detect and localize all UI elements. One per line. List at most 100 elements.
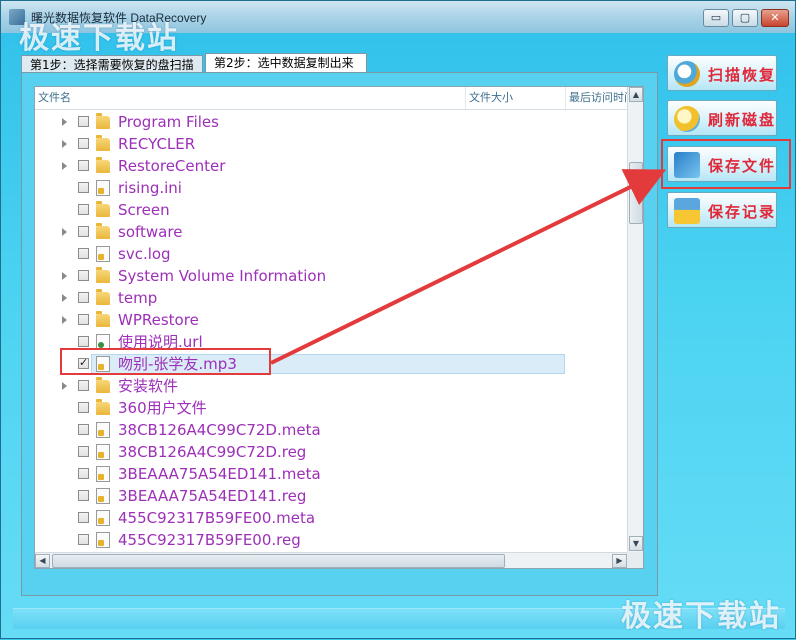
file-row[interactable]: software [35,221,627,243]
expand-arrow-icon[interactable] [62,294,67,302]
file-checkbox[interactable] [78,468,89,479]
minimize-button[interactable]: ▭ [703,9,729,27]
file-checkbox[interactable] [78,534,89,545]
folder-icon [96,267,110,283]
file-row[interactable]: System Volume Information [35,265,627,287]
file-row[interactable]: Screen [35,199,627,221]
file-row[interactable]: 360用户文件 [35,397,627,419]
file-checkbox[interactable] [78,292,89,303]
file-name: 安装软件 [118,377,179,395]
file-name: svc.log [118,245,171,263]
watermark-bottom: 极速下载站 [621,599,781,634]
save-record-button[interactable]: 保存记录 [667,192,777,228]
file-name: 3BEAAA75A54ED141.reg [118,487,307,505]
close-button[interactable]: ✕ [761,9,789,27]
file-name: RECYCLER [118,135,196,153]
scroll-left-button[interactable]: ◀ [35,554,50,568]
file-name: 360用户文件 [118,399,207,417]
file-checkbox[interactable] [78,490,89,501]
file-checkbox[interactable] [78,356,89,369]
file-checkbox[interactable] [78,204,89,215]
file-checkbox[interactable] [78,138,89,149]
house-icon [674,198,700,224]
tab-step1-scan[interactable]: 第1步：选择需要恢复的盘扫描 [21,55,203,73]
column-header-time[interactable]: 最后访问时间 [565,87,627,109]
file-name: 455C92317B59FE00.reg [118,531,301,549]
file-row[interactable]: rising.ini [35,177,627,199]
file-name: 3BEAAA75A54ED141.meta [118,465,321,483]
file-row[interactable]: 使用说明.url [35,331,627,353]
expand-arrow-icon[interactable] [62,228,67,236]
list-header: 文件名 文件大小 最后访问时间 [35,87,627,110]
column-header-name[interactable]: 文件名 [35,87,465,109]
horizontal-scroll-thumb[interactable] [52,554,505,568]
file-row[interactable]: 455C92317B59FE00.meta [35,507,627,529]
tab-step2-copy[interactable]: 第2步：选中数据复制出来 [205,53,367,73]
expand-arrow-icon[interactable] [62,162,67,170]
vertical-scrollbar[interactable]: ▲ ▼ [627,87,643,552]
folder-icon [96,289,110,305]
file-name: Screen [118,201,170,219]
file-checkbox[interactable] [78,116,89,127]
file-checkbox[interactable] [78,270,89,281]
file-checkbox[interactable] [78,424,89,435]
scan-recover-button[interactable]: 扫描恢复 [667,55,777,91]
maximize-button[interactable]: ▢ [732,9,758,27]
save-file-icon [674,152,700,178]
file-checkbox[interactable] [78,160,89,171]
file-checkbox[interactable] [78,182,89,193]
file-checkbox[interactable] [78,226,89,237]
column-header-size[interactable]: 文件大小 [465,87,565,109]
folder-icon [96,201,110,217]
file-row[interactable]: 吻别-张学友.mp3 [35,353,627,375]
file-icon [96,532,110,548]
scroll-right-button[interactable]: ▶ [612,554,627,568]
file-name: 38CB126A4C99C72D.reg [118,443,307,461]
expand-arrow-icon[interactable] [62,118,67,126]
save-file-label: 保存文件 [708,157,777,175]
file-checkbox[interactable] [78,314,89,325]
file-icon [96,488,110,504]
file-row[interactable]: Program Files [35,111,627,133]
scroll-down-button[interactable]: ▼ [629,536,643,551]
file-checkbox[interactable] [78,380,89,391]
file-icon [96,466,110,482]
file-row[interactable]: 3BEAAA75A54ED141.meta [35,463,627,485]
file-row[interactable]: 3BEAAA75A54ED141.reg [35,485,627,507]
file-icon [96,334,110,350]
file-checkbox[interactable] [78,402,89,413]
file-icon [96,246,110,262]
expand-arrow-icon[interactable] [62,140,67,148]
file-icon [96,180,110,196]
file-row[interactable]: 安装软件 [35,375,627,397]
file-row[interactable]: temp [35,287,627,309]
refresh-disk-button[interactable]: 刷新磁盘 [667,100,777,136]
file-row[interactable]: 38CB126A4C99C72D.meta [35,419,627,441]
vertical-scroll-thumb[interactable] [629,162,643,224]
file-name: System Volume Information [118,267,327,285]
save-record-label: 保存记录 [708,203,777,221]
file-icon [96,444,110,460]
file-row[interactable]: RestoreCenter [35,155,627,177]
horizontal-scrollbar[interactable]: ◀ ▶ [35,552,627,568]
file-row[interactable]: 455C92317B59FE00.reg [35,529,627,551]
file-row[interactable]: RECYCLER [35,133,627,155]
scroll-up-button[interactable]: ▲ [629,87,643,102]
save-file-button[interactable]: 保存文件 [667,146,777,182]
file-checkbox[interactable] [78,512,89,523]
expand-arrow-icon[interactable] [62,316,67,324]
expand-arrow-icon[interactable] [62,382,67,390]
magnifier-icon [674,61,700,87]
file-row[interactable]: svc.log [35,243,627,265]
file-row[interactable]: 38CB126A4C99C72D.reg [35,441,627,463]
file-checkbox[interactable] [78,248,89,259]
file-checkbox[interactable] [78,336,89,347]
file-checkbox[interactable] [78,446,89,457]
folder-icon [96,223,110,239]
file-name: software [118,223,183,241]
file-name: 吻别-张学友.mp3 [118,355,237,373]
folder-icon [96,135,110,151]
file-row[interactable]: WPRestore [35,309,627,331]
watermark-top: 极速下载站 [19,21,179,56]
expand-arrow-icon[interactable] [62,272,67,280]
